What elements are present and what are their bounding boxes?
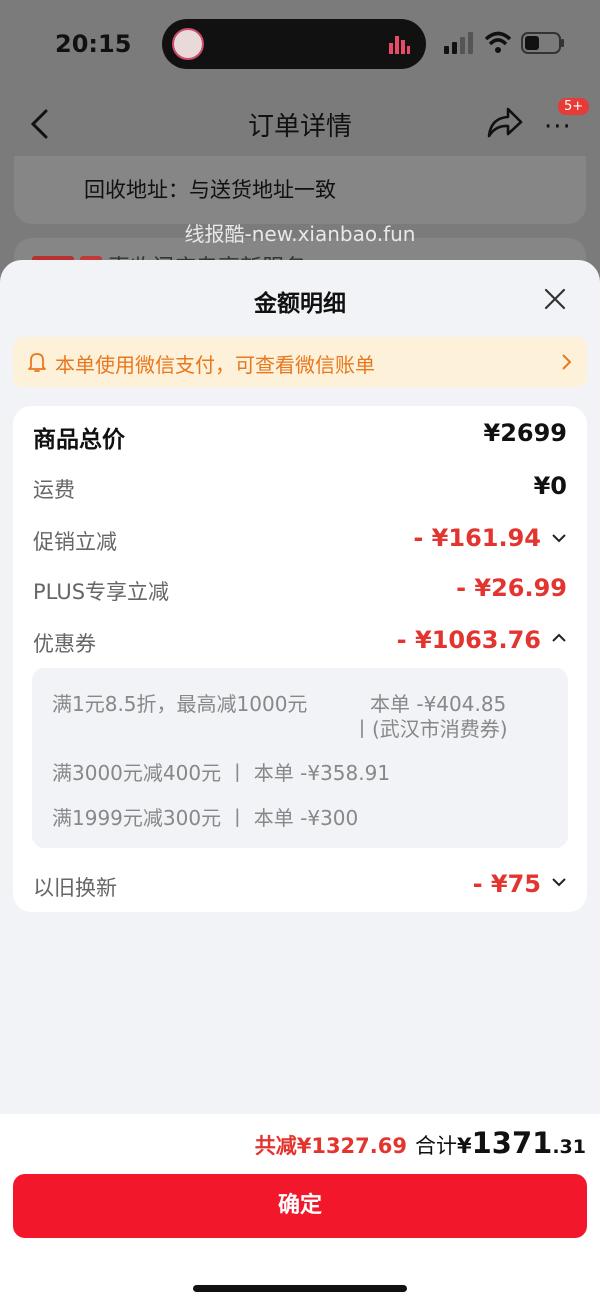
goods-total-value: ¥2699 xyxy=(483,419,568,447)
coupon-item-desc: 满3000元减400元 丨 本单 -¥358.91 xyxy=(52,761,391,785)
watermark: 线报酷-new.xianbao.fun xyxy=(184,222,416,246)
chevron-down-icon[interactable] xyxy=(551,876,567,888)
total-saved: 共减¥1327.69 xyxy=(254,1134,407,1158)
notice-text: 本单使用微信支付，可查看微信账单 xyxy=(55,353,375,377)
total-integer: 1371 xyxy=(471,1126,553,1160)
chevron-right-icon xyxy=(562,354,572,370)
coupon-item-note: 丨(武汉市消费券) xyxy=(352,717,508,741)
recycle-address-text: 回收地址：与送货地址一致 xyxy=(84,178,336,202)
amount-detail-card: 商品总价 ¥2699 运费 ¥0 促销立减 - ¥161.94 PLUS专享立减… xyxy=(13,406,587,912)
battery-icon xyxy=(521,32,564,54)
audio-bars-icon xyxy=(389,36,410,54)
coupon-value[interactable]: - ¥1063.76 xyxy=(397,626,541,654)
goods-total-label: 商品总价 xyxy=(33,427,125,453)
notification-badge: 5+ xyxy=(556,96,592,117)
chevron-down-icon[interactable] xyxy=(551,532,567,544)
total-label: 合计 xyxy=(414,1134,457,1158)
coupon-item-desc: 满1999元减300元 丨 本单 -¥300 xyxy=(52,806,359,830)
confirm-button[interactable]: 确定 xyxy=(13,1174,587,1238)
coupon-label[interactable]: 优惠券 xyxy=(33,628,96,658)
wechat-pay-notice[interactable]: 本单使用微信支付，可查看微信账单 xyxy=(13,337,587,387)
currency-symbol: ¥ xyxy=(456,1134,472,1158)
share-icon[interactable] xyxy=(486,104,524,140)
total-decimal: .31 xyxy=(552,1136,586,1158)
trade-in-label[interactable]: 以旧换新 xyxy=(33,872,117,902)
coupon-detail-list: 满1元8.5折，最高减1000元 本单 -¥404.85 丨(武汉市消费券) 满… xyxy=(32,668,568,848)
dynamic-island xyxy=(162,19,426,69)
plus-discount-label: PLUS专享立减 xyxy=(33,580,170,604)
shipping-label: 运费 xyxy=(33,478,75,502)
checkout-footer: 共减¥1327.69 合计¥1371.31 确定 xyxy=(0,1114,600,1303)
cellular-signal-icon xyxy=(444,32,473,54)
wifi-icon xyxy=(484,31,512,53)
plus-discount-value: - ¥26.99 xyxy=(456,574,567,602)
promo-discount-label[interactable]: 促销立减 xyxy=(33,526,117,556)
bell-icon xyxy=(28,353,46,372)
avatar xyxy=(172,28,204,60)
sheet-title: 金额明细 xyxy=(254,291,346,317)
shipping-value: ¥0 xyxy=(533,472,567,500)
close-icon[interactable] xyxy=(542,286,568,312)
promo-discount-value[interactable]: - ¥161.94 xyxy=(413,524,541,552)
status-time: 20:15 xyxy=(55,30,132,58)
status-bar: 20:15 xyxy=(0,0,600,90)
total-summary: 共减¥1327.69 合计¥1371.31 xyxy=(255,1126,586,1160)
chevron-up-icon[interactable] xyxy=(551,632,567,644)
trade-in-value[interactable]: - ¥75 xyxy=(473,870,541,898)
coupon-item-desc: 满1元8.5折，最高减1000元 xyxy=(52,692,308,716)
nav-bar: 订单详情 ··· xyxy=(0,90,600,154)
home-indicator[interactable] xyxy=(193,1285,407,1292)
